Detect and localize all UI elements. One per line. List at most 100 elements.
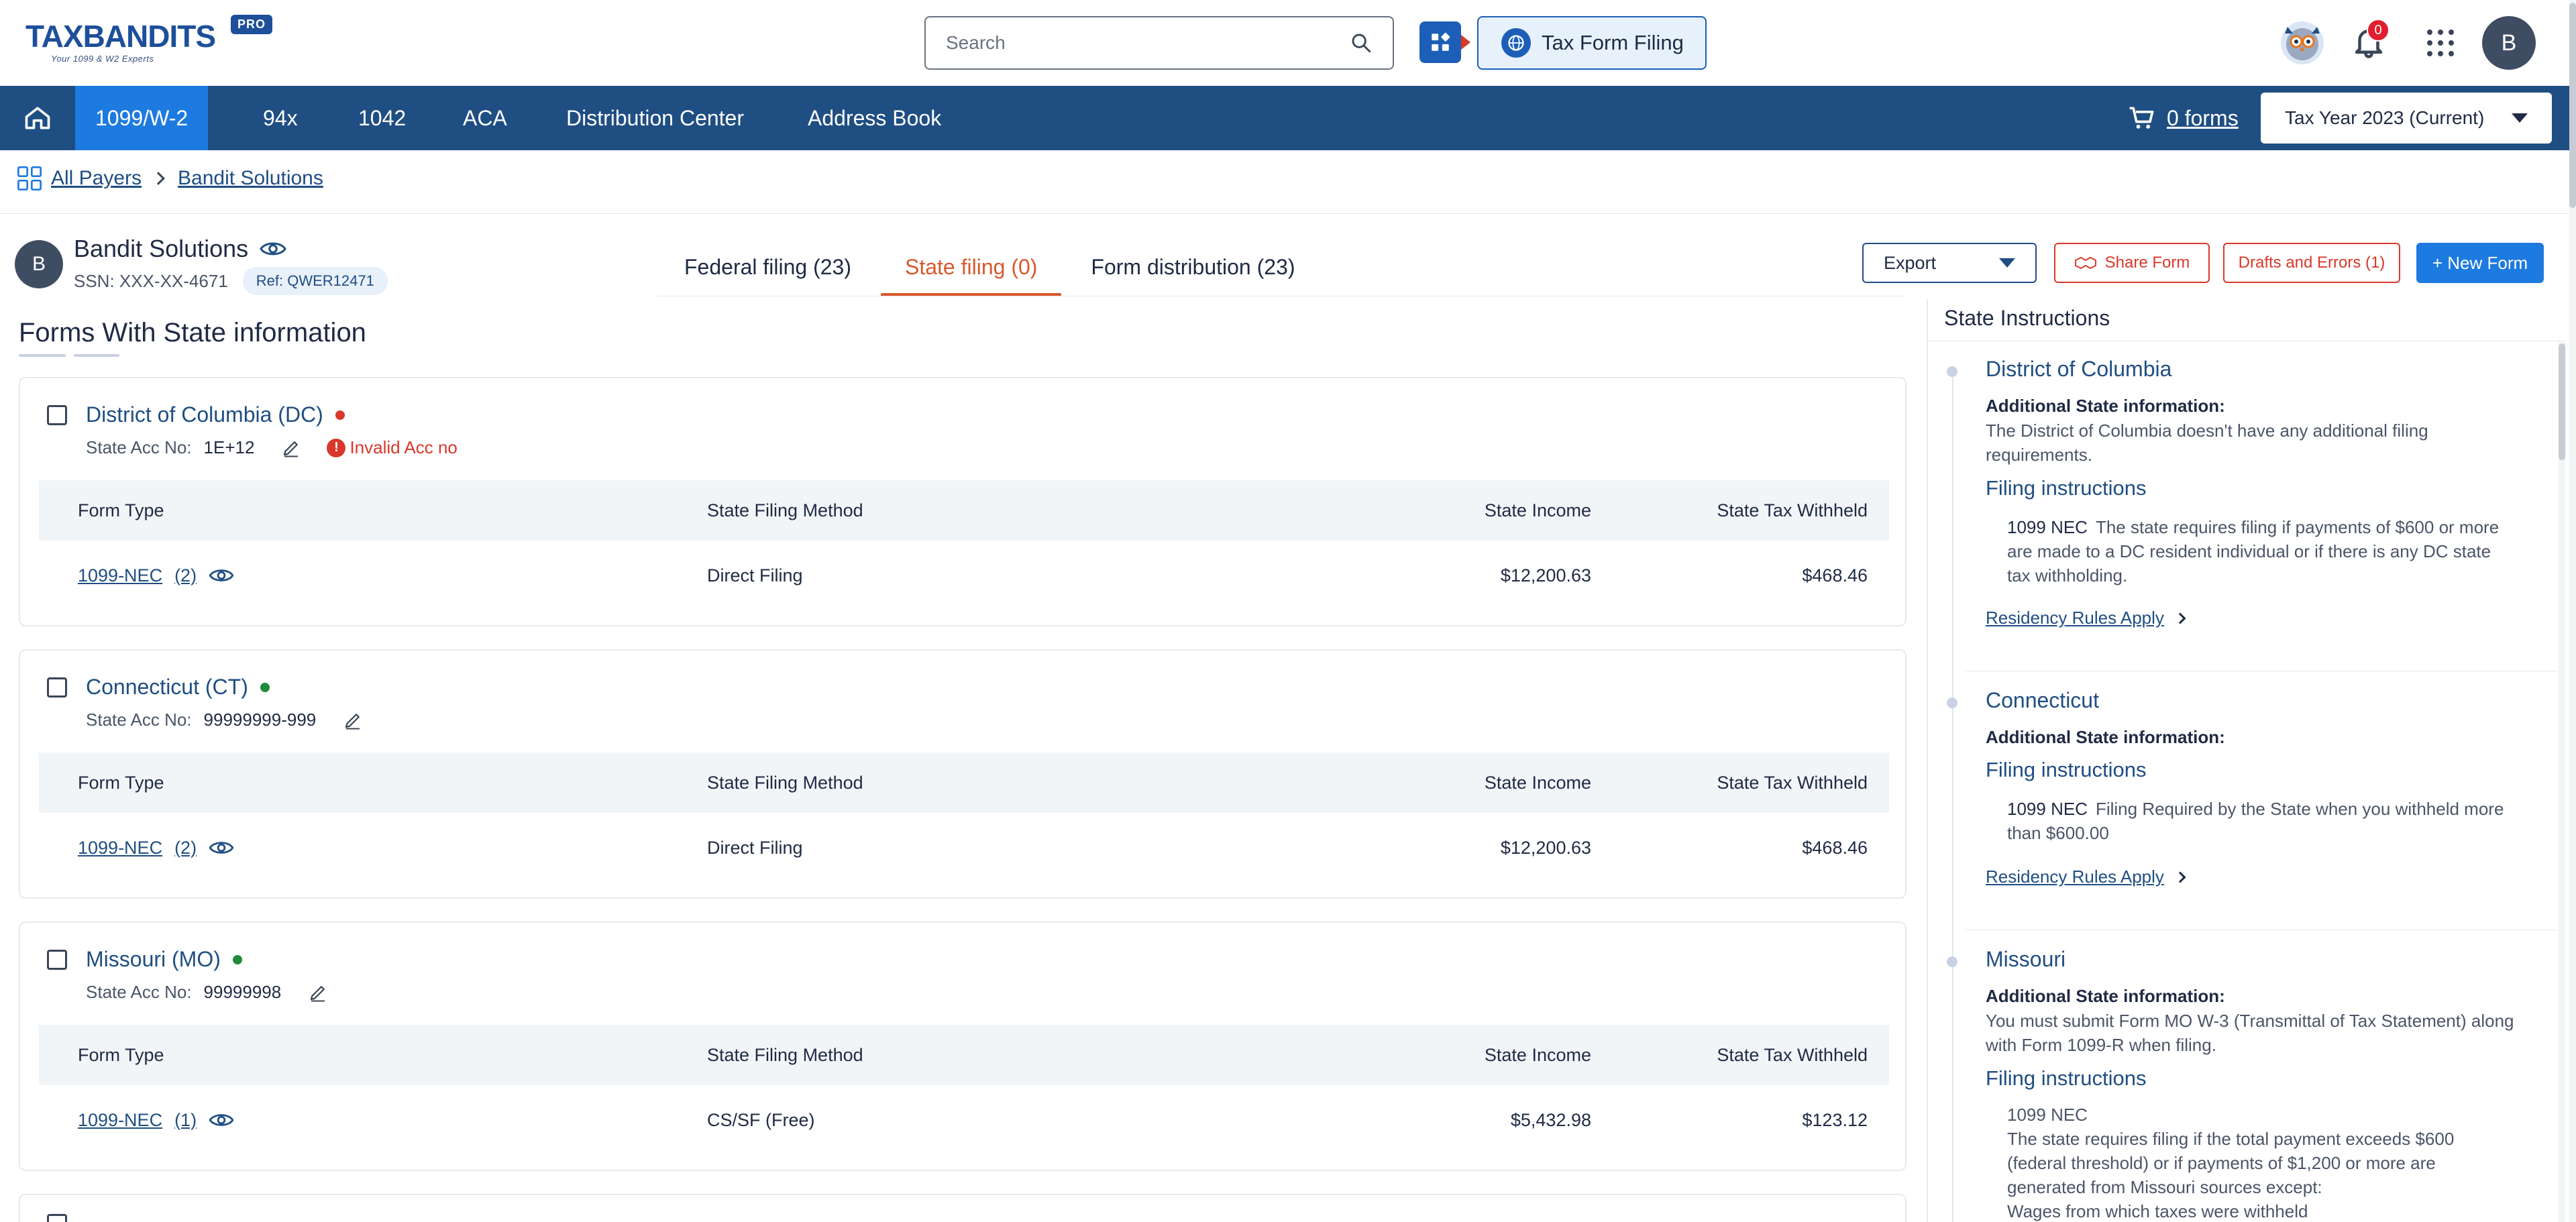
state-acc-row: State Acc No: 1E+12 ! Invalid Acc no (86, 437, 458, 458)
status-dot-error (335, 410, 345, 420)
top-header: TAXBANDITS Your 1099 & W2 Experts PRO Ta… (0, 0, 2576, 86)
tax-year-select[interactable]: Tax Year 2023 (Current) (2261, 93, 2552, 144)
error-info-icon: ! (327, 438, 346, 457)
apps-grid-icon[interactable] (2427, 30, 2454, 56)
eye-icon[interactable] (207, 566, 235, 585)
payer-name-row: Bandit Solutions (74, 235, 287, 263)
col-filing-method: State Filing Method (707, 772, 863, 793)
state-checkbox[interactable] (47, 1214, 67, 1222)
state-name[interactable]: Missouri (MO) (86, 947, 221, 972)
drafts-errors-button[interactable]: Drafts and Errors (1) (2223, 243, 2400, 283)
tab-state-filing[interactable]: State filing (0) (878, 248, 1064, 296)
eye-icon[interactable] (259, 239, 287, 259)
page-scrollbar-thumb[interactable] (2569, 3, 2576, 208)
breadcrumb-current-payer[interactable]: Bandit Solutions (178, 167, 323, 190)
nav-1099-w2[interactable]: 1099/W-2 (75, 86, 209, 150)
search-icon[interactable] (1350, 32, 1373, 54)
timeline-dot (1947, 698, 1957, 708)
state-card-ct: Connecticut (CT) State Acc No: 99999999-… (19, 649, 1907, 899)
product-switcher-button[interactable] (1419, 21, 1461, 63)
home-icon (25, 107, 50, 129)
state-checkbox[interactable] (47, 404, 67, 425)
col-state-income: State Income (1484, 772, 1591, 793)
form-type-link[interactable]: 1099-NEC (78, 838, 162, 858)
state-name[interactable]: District of Columbia (DC) (86, 402, 323, 427)
instruction-state-name: Connecticut (1986, 688, 2099, 712)
residency-rules-label[interactable]: Residency Rules Apply (1986, 867, 2164, 887)
col-filing-method: State Filing Method (707, 1044, 863, 1065)
edit-pencil-icon[interactable] (343, 710, 363, 730)
user-avatar[interactable]: B (2482, 16, 2536, 70)
payer-ssn-row: SSN: XXX-XX-4671 Ref: QWER12471 (74, 267, 388, 295)
eye-icon[interactable] (207, 1111, 235, 1129)
tax-form-filing-label: Tax Form Filing (1542, 31, 1684, 54)
residency-rules-link[interactable]: Residency Rules Apply (1986, 608, 2186, 628)
eye-icon[interactable] (207, 838, 235, 857)
filing-instructions-text: 1099 NEC Filing Required by the State whe… (2007, 797, 2517, 845)
col-form-type: Form Type (78, 1044, 164, 1065)
cart[interactable]: 0 forms (2127, 102, 2239, 134)
nav-aca[interactable]: ACA (443, 86, 527, 150)
panel-scrollbar-thumb[interactable] (2559, 343, 2565, 460)
divider (0, 213, 2569, 214)
nav-94x[interactable]: 94x (243, 86, 318, 150)
filing-requirement: The state requires filing if the total p… (2007, 1129, 2455, 1197)
panel-scrollbar-track[interactable] (2559, 342, 2565, 1222)
home-button[interactable] (0, 86, 75, 150)
residency-rules-label[interactable]: Residency Rules Apply (1986, 608, 2164, 628)
chevron-right-icon (2174, 871, 2186, 883)
filing-instructions-text: 1099 NEC The state requires filing if pay… (2007, 515, 2517, 588)
col-state-income: State Income (1484, 500, 1591, 520)
state-acc-row: State Acc No: 99999999-999 (86, 710, 363, 730)
filing-instructions-title: Filing instructions (1986, 1066, 2147, 1090)
breadcrumb-all-payers[interactable]: All Payers (51, 167, 142, 190)
arrow-right-icon (1461, 35, 1470, 50)
nav-distribution-center[interactable]: Distribution Center (546, 86, 764, 150)
search-box[interactable] (924, 16, 1394, 70)
share-form-button[interactable]: Share Form (2054, 243, 2210, 283)
chevron-down-icon (1999, 258, 2015, 268)
nav-1042[interactable]: 1042 (338, 86, 426, 150)
edit-pencil-icon[interactable] (308, 983, 328, 1003)
chevron-right-icon (2174, 612, 2186, 624)
state-acc-value: 99999999-999 (203, 710, 317, 730)
state-name[interactable]: Connecticut (CT) (86, 675, 248, 700)
main-nav: 1099/W-2 94x 1042 ACA Distribution Cente… (0, 86, 2569, 150)
tax-form-filing-button[interactable]: Tax Form Filing (1477, 16, 1707, 70)
tab-form-distribution[interactable]: Form distribution (23) (1064, 248, 1322, 296)
payer-ref-chip: Ref: QWER12471 (242, 267, 388, 295)
form-count-link[interactable]: (1) (174, 1110, 197, 1131)
state-checkbox[interactable] (47, 677, 67, 698)
table-row: 1099-NEC (1) CS/SF (Free) $5,432.98 $123… (39, 1085, 1889, 1155)
title-underline (19, 354, 66, 357)
cart-forms-link[interactable]: 0 forms (2167, 106, 2239, 131)
edit-pencil-icon[interactable] (281, 438, 301, 458)
form-count-link[interactable]: (2) (174, 565, 197, 586)
tab-federal-filing[interactable]: Federal filing (23) (657, 248, 878, 296)
new-form-button[interactable]: + New Form (2416, 243, 2544, 283)
col-form-type: Form Type (78, 500, 164, 520)
instruction-state-name: Missouri (1986, 947, 2066, 971)
globe-form-icon (1501, 28, 1531, 58)
state-acc-value: 99999998 (203, 982, 282, 1002)
tax-year-value: Tax Year 2023 (Current) (2285, 107, 2485, 128)
search-input[interactable] (946, 32, 1350, 54)
payer-avatar: B (15, 240, 63, 288)
table-header: Form Type State Filing Method State Inco… (39, 753, 1889, 813)
nav-address-book[interactable]: Address Book (788, 86, 961, 150)
additional-info-label: Additional State information: (1986, 986, 2225, 1006)
form-type-link[interactable]: 1099-NEC (78, 1110, 162, 1131)
mascot-avatar-icon[interactable] (2278, 16, 2326, 67)
instructions-title: State Instructions (1944, 306, 2110, 330)
filing-method-cell: CS/SF (Free) (707, 1109, 815, 1130)
additional-info-label: Additional State information: (1986, 396, 2225, 416)
state-checkbox[interactable] (47, 949, 67, 970)
status-dot-ok (260, 682, 270, 692)
additional-info-text: You must submit Form MO W-3 (Transmittal… (1986, 1011, 2514, 1055)
form-type-link[interactable]: 1099-NEC (78, 565, 162, 586)
residency-rules-link[interactable]: Residency Rules Apply (1986, 867, 2186, 887)
taxbandits-logo[interactable]: TAXBANDITS Your 1099 & W2 Experts (25, 19, 220, 66)
export-dropdown[interactable]: Export (1862, 243, 2037, 283)
form-count-link[interactable]: (2) (174, 838, 197, 858)
col-state-income: State Income (1484, 1044, 1591, 1065)
